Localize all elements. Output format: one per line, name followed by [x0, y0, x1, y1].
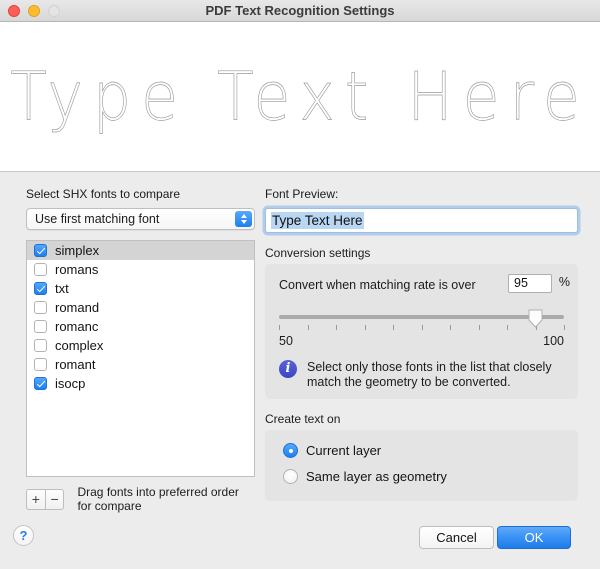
font-name: romant [55, 357, 96, 372]
font-name: romand [55, 300, 100, 315]
font-list-label: Select SHX fonts to compare [26, 187, 181, 201]
font-preview-input-value: Type Text Here [271, 212, 364, 229]
slider-ticks [279, 325, 565, 331]
font-name: romanc [55, 319, 99, 334]
matching-rate-label: Convert when matching rate is over [279, 278, 476, 292]
remove-font-button[interactable]: − [44, 489, 64, 509]
info-icon: i [279, 360, 297, 378]
radio-current-layer[interactable]: Current layer [283, 443, 381, 458]
help-button[interactable]: ? [13, 525, 34, 546]
title-bar: PDF Text Recognition Settings [0, 0, 600, 22]
radio-button-icon[interactable] [283, 469, 298, 484]
font-checkbox[interactable] [34, 358, 47, 371]
font-preview-input[interactable]: Type Text Here [265, 208, 578, 233]
cancel-button[interactable]: Cancel [419, 526, 494, 549]
list-item[interactable]: isocp [27, 374, 254, 393]
font-selection-panel: Select SHX fonts to compare Use first ma… [26, 187, 255, 513]
window-title: PDF Text Recognition Settings [205, 3, 395, 18]
list-item[interactable]: complex [27, 336, 254, 355]
slider-handle[interactable] [528, 309, 543, 328]
font-preview-banner: Type Text Here [0, 22, 600, 172]
font-name: romans [55, 262, 99, 277]
radio-current-layer-label: Current layer [306, 443, 382, 458]
radio-button-icon[interactable] [283, 443, 298, 458]
create-text-on-title: Create text on [265, 412, 341, 426]
conversion-settings-title: Conversion settings [265, 246, 371, 260]
slider-max-label: 100 [543, 334, 564, 348]
add-remove-segment: + − [26, 488, 65, 510]
matching-rate-input[interactable]: 95 [508, 274, 552, 293]
list-item[interactable]: romant [27, 355, 254, 374]
settings-window: PDF Text Recognition Settings Type Text … [0, 0, 600, 569]
chevron-updown-icon [235, 211, 252, 227]
radio-same-layer[interactable]: Same layer as geometry [283, 469, 447, 484]
dialog-body: Select SHX fonts to compare Use first ma… [0, 173, 600, 569]
ok-button[interactable]: OK [497, 526, 571, 549]
font-name: complex [55, 338, 104, 353]
slider-min-label: 50 [279, 334, 293, 348]
list-toolbar: + − Drag fonts into preferred order for … [26, 485, 255, 513]
font-name: txt [55, 281, 69, 296]
font-checkbox[interactable] [34, 282, 47, 295]
conversion-settings-group: Convert when matching rate is over 95 % [265, 264, 578, 399]
create-text-on-group: Current layer Same layer as geometry [265, 430, 578, 501]
font-checkbox[interactable] [34, 320, 47, 333]
percent-label: % [558, 275, 570, 289]
list-item[interactable]: romand [27, 298, 254, 317]
drag-hint-label: Drag fonts into preferred order for comp… [77, 485, 239, 513]
info-message: i Select only those fonts in the list th… [279, 360, 564, 390]
list-item[interactable]: txt [27, 279, 254, 298]
font-preview-label: Font Preview: [265, 187, 339, 201]
radio-same-layer-label: Same layer as geometry [306, 469, 447, 484]
matching-mode-value: Use first matching font [35, 212, 160, 226]
add-font-button[interactable]: + [27, 490, 45, 509]
shx-font-list[interactable]: simplex romans txt romand romanc complex… [26, 240, 255, 477]
font-checkbox[interactable] [34, 244, 47, 257]
font-name: isocp [55, 376, 86, 391]
font-checkbox[interactable] [34, 377, 47, 390]
matching-mode-popup[interactable]: Use first matching font [26, 208, 255, 230]
settings-panel: Font Preview: Type Text Here Conversion … [265, 187, 578, 501]
list-item[interactable]: romanc [27, 317, 254, 336]
font-checkbox[interactable] [34, 339, 47, 352]
font-checkbox[interactable] [34, 301, 47, 314]
preview-banner-text: Type Text Here [10, 57, 590, 136]
list-item[interactable]: romans [27, 260, 254, 279]
slider-track[interactable] [279, 315, 564, 319]
list-item[interactable]: simplex [27, 241, 254, 260]
info-message-text: Select only those fonts in the list that… [307, 360, 552, 389]
font-name: simplex [55, 243, 100, 258]
font-checkbox[interactable] [34, 263, 47, 276]
